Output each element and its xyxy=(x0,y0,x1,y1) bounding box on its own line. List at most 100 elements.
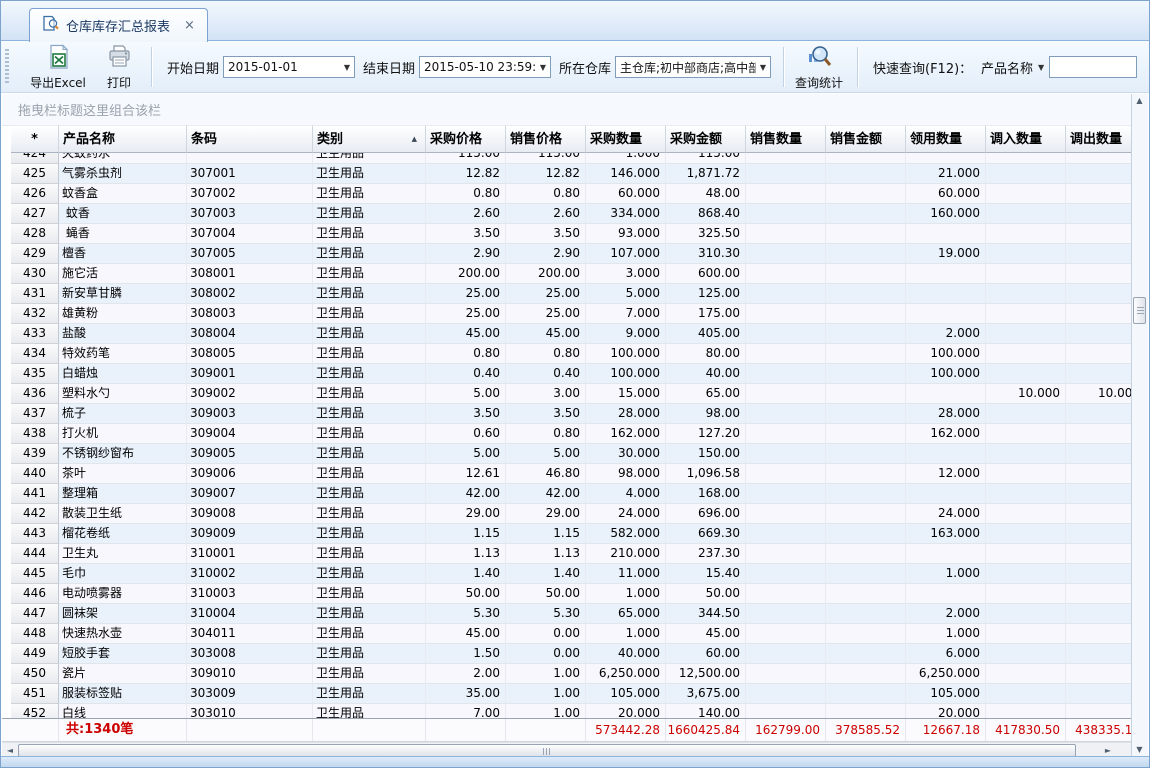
table-row[interactable]: 440茶叶309006卫生用品12.6146.8098.0001,096.581… xyxy=(11,464,1134,484)
export-excel-button[interactable]: 导出Excel xyxy=(25,44,91,90)
cell-transfer-out-qty xyxy=(1066,364,1134,384)
cell-sales-qty xyxy=(746,624,826,644)
start-date-combobox[interactable]: 2015-01-01 ▼ xyxy=(223,56,355,78)
col-header-label: 调入数量 xyxy=(990,132,1042,147)
scroll-up-icon[interactable]: ▲ xyxy=(1132,94,1147,108)
cell-transfer-in-qty xyxy=(986,224,1066,244)
cell-purchase-price: 5.00 xyxy=(426,384,506,404)
col-header-category[interactable]: 类别▲ xyxy=(313,125,426,153)
col-header-label: 销售价格 xyxy=(510,132,562,147)
table-row[interactable]: 441整理箱309007卫生用品42.0042.004.000168.00 xyxy=(11,484,1134,504)
table-row[interactable]: 449短胶手套303008卫生用品1.500.0040.00060.006.00… xyxy=(11,644,1134,664)
quick-query-field-name: 产品名称 xyxy=(981,58,1033,77)
start-date-value: 2015-01-01 xyxy=(224,60,340,74)
table-row[interactable]: 438打火机309004卫生用品0.600.80162.000127.20162… xyxy=(11,424,1134,444)
col-header-requisition-qty[interactable]: 领用数量 xyxy=(906,125,986,153)
table-row[interactable]: 450瓷片309010卫生用品2.001.006,250.00012,500.0… xyxy=(11,664,1134,684)
cell-sales-qty xyxy=(746,564,826,584)
cell-purchase-amount: 15.40 xyxy=(666,564,746,584)
table-row[interactable]: 443榴花卷纸309009卫生用品1.151.15582.000669.3016… xyxy=(11,524,1134,544)
table-row[interactable]: 446电动喷雾器310003卫生用品50.0050.001.00050.00 xyxy=(11,584,1134,604)
cell-transfer-in-qty xyxy=(986,304,1066,324)
col-header-product-name[interactable]: 产品名称 xyxy=(59,125,187,153)
cell-sales-amount xyxy=(826,624,906,644)
table-row[interactable]: 430施它活308001卫生用品200.00200.003.000600.00 xyxy=(11,264,1134,284)
table-row[interactable]: 429檀香307005卫生用品2.902.90107.000310.3019.0… xyxy=(11,244,1134,264)
cell-product-name: 快速热水壶 xyxy=(59,624,187,644)
table-row[interactable]: 432雄黄粉308003卫生用品25.0025.007.000175.00 xyxy=(11,304,1134,324)
close-icon[interactable]: × xyxy=(184,19,195,32)
cell-sales-qty xyxy=(746,464,826,484)
table-row[interactable]: 435白蜡烛309001卫生用品0.400.40100.00040.00100.… xyxy=(11,364,1134,384)
cell-sales-qty xyxy=(746,244,826,264)
cell-category: 卫生用品 xyxy=(313,444,426,464)
table-row[interactable]: 427 蚊香307003卫生用品2.602.60334.000868.40160… xyxy=(11,204,1134,224)
cell-purchase-amount: 696.00 xyxy=(666,504,746,524)
table-row[interactable]: 451服装标签贴303009卫生用品35.001.00105.0003,675.… xyxy=(11,684,1134,704)
table-row[interactable]: 437梳子309003卫生用品3.503.5028.00098.0028.000 xyxy=(11,404,1134,424)
total-row-no xyxy=(11,719,59,742)
col-header-sales-amount[interactable]: 销售金额 xyxy=(826,125,906,153)
quick-query-field-selector[interactable]: 产品名称 ▼ xyxy=(981,41,1044,93)
cell-barcode: 308004 xyxy=(187,324,313,344)
table-row[interactable]: 434特效药笔308005卫生用品0.800.80100.00080.00100… xyxy=(11,344,1134,364)
col-header-label: 领用数量 xyxy=(910,132,962,147)
cell-barcode: 303009 xyxy=(187,684,313,704)
table-row[interactable]: 428 蝇香307004卫生用品3.503.5093.000325.50 xyxy=(11,224,1134,244)
cell-sales-amount xyxy=(826,464,906,484)
cell-sale-price: 3.00 xyxy=(506,384,586,404)
cell-purchase-amount: 50.00 xyxy=(666,584,746,604)
cell-barcode: 307005 xyxy=(187,244,313,264)
cell-requisition-qty: 20.000 xyxy=(906,704,986,718)
cell-sales-qty xyxy=(746,444,826,464)
chevron-down-icon[interactable]: ▼ xyxy=(536,63,550,72)
table-row[interactable]: 448快速热水壶304011卫生用品45.000.001.00045.001.0… xyxy=(11,624,1134,644)
print-button[interactable]: 打印 xyxy=(97,44,141,90)
quick-query-input[interactable] xyxy=(1049,56,1137,78)
record-count: 共:1340笔 xyxy=(59,719,187,742)
cell-transfer-out-qty: 10.000 xyxy=(1066,384,1134,404)
table-row[interactable]: 425气雾杀虫剂307001卫生用品12.8212.82146.0001,871… xyxy=(11,164,1134,184)
col-header-sale-price[interactable]: 销售价格 xyxy=(506,125,586,153)
cell-sales-qty xyxy=(746,504,826,524)
chevron-down-icon[interactable]: ▼ xyxy=(340,63,354,72)
group-by-band[interactable]: 拖曳栏标题这里组合该栏 xyxy=(2,94,1134,126)
table-row[interactable]: 439不锈钢纱窗布309005卫生用品5.005.0030.000150.00 xyxy=(11,444,1134,464)
table-row[interactable]: 447圆袜架310004卫生用品5.305.3065.000344.502.00… xyxy=(11,604,1134,624)
col-header-purchase-qty[interactable]: 采购数量 xyxy=(586,125,666,153)
tab-warehouse-report[interactable]: 仓库库存汇总报表 × xyxy=(29,8,208,42)
scroll-down-icon[interactable]: ▼ xyxy=(1132,743,1147,757)
cell-requisition-qty: 100.000 xyxy=(906,364,986,384)
table-row[interactable]: 452白线303010卫生用品7.001.0020.000140.0020.00… xyxy=(11,704,1134,718)
end-date-combobox[interactable]: 2015-05-10 23:59:59 ▼ xyxy=(419,56,551,78)
table-row[interactable]: 426蚊香盒307002卫生用品0.800.8060.00048.0060.00… xyxy=(11,184,1134,204)
col-header-transfer-out-qty[interactable]: 调出数量 xyxy=(1066,125,1134,153)
cell-transfer-out-qty xyxy=(1066,164,1134,184)
cell-row-no: 433 xyxy=(11,324,59,344)
cell-product-name: 新安草甘膦 xyxy=(59,284,187,304)
col-header-barcode[interactable]: 条码 xyxy=(187,125,313,153)
col-header-sales-qty[interactable]: 销售数量 xyxy=(746,125,826,153)
table-row[interactable]: 436塑料水勺309002卫生用品5.003.0015.00065.0010.0… xyxy=(11,384,1134,404)
cell-purchase-amount: 140.00 xyxy=(666,704,746,718)
col-header-purchase-price[interactable]: 采购价格 xyxy=(426,125,506,153)
cell-category: 卫生用品 xyxy=(313,344,426,364)
col-header-purchase-amount[interactable]: 采购金额 xyxy=(666,125,746,153)
warehouse-combobox[interactable]: 主仓库;初中部商店;高中部商店 ▼ xyxy=(615,56,771,78)
cell-category: 卫生用品 xyxy=(313,404,426,424)
chevron-down-icon[interactable]: ▼ xyxy=(756,63,770,72)
vertical-scrollbar[interactable]: ▲ ▼ xyxy=(1131,94,1148,758)
vertical-scrollbar-thumb[interactable] xyxy=(1133,297,1146,324)
cell-category: 卫生用品 xyxy=(313,564,426,584)
table-row[interactable]: 424灭蚊药水卫生用品115.00115.001.000115.00 xyxy=(11,153,1134,164)
col-header-transfer-in-qty[interactable]: 调入数量 xyxy=(986,125,1066,153)
query-statistics-button[interactable]: 查询统计 xyxy=(791,44,847,90)
col-header-row-no[interactable]: * xyxy=(11,125,59,153)
table-row[interactable]: 445毛巾310002卫生用品1.401.4011.00015.401.000 xyxy=(11,564,1134,584)
toolbar-drag-handle-icon[interactable] xyxy=(5,49,9,85)
table-row[interactable]: 444卫生丸310001卫生用品1.131.13210.000237.30 xyxy=(11,544,1134,564)
table-row[interactable]: 431新安草甘膦308002卫生用品25.0025.005.000125.00 xyxy=(11,284,1134,304)
table-row[interactable]: 442散装卫生纸309008卫生用品29.0029.0024.000696.00… xyxy=(11,504,1134,524)
table-row[interactable]: 433盐酸308004卫生用品45.0045.009.000405.002.00… xyxy=(11,324,1134,344)
col-header-label: 类别 xyxy=(317,132,343,147)
